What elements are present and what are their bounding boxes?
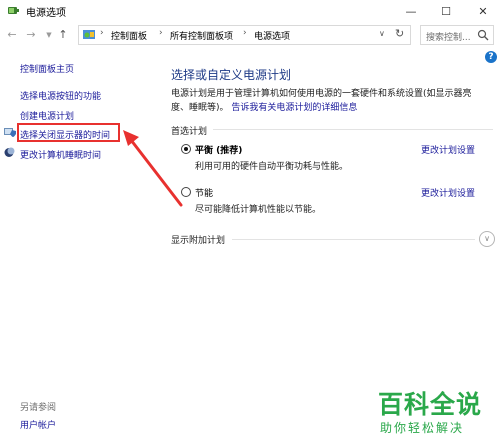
power-options-icon [8, 7, 19, 14]
sleep-moon-icon [4, 147, 15, 157]
power-plan-info-link[interactable]: 告诉我有关电源计划的详细信息 [231, 103, 357, 113]
title-bar: 电源选项 — ☐ ✕ [0, 0, 500, 22]
back-arrow-icon[interactable]: ← [5, 27, 19, 43]
navigation-bar: ← → ▼ ↑ › 控制面板 › 所有控制面板项 › 电源选项 ∨ ↻ 搜索控制… [0, 24, 500, 46]
address-bar[interactable]: › 控制面板 › 所有控制面板项 › 电源选项 ∨ ↻ [78, 25, 411, 45]
search-input[interactable]: 搜索控制... [420, 25, 494, 45]
breadcrumb-separator: › [243, 28, 247, 38]
refresh-icon[interactable]: ↻ [395, 27, 404, 40]
maximize-button[interactable]: ☐ [430, 0, 462, 22]
section-divider [232, 239, 475, 240]
control-panel-home-link[interactable]: 控制面板主页 [20, 62, 74, 75]
search-icon[interactable] [477, 29, 489, 41]
minimize-button[interactable]: — [395, 0, 427, 22]
search-placeholder: 搜索控制... [426, 33, 471, 43]
watermark-subtitle: 助你轻松解决 [380, 421, 465, 435]
preferred-plans-label: 首选计划 [171, 127, 208, 137]
description-text-2: 度、睡眠等)。 告诉我有关电源计划的详细信息 [171, 100, 357, 113]
breadcrumb-power-options[interactable]: 电源选项 [254, 29, 290, 42]
plan-power-saver-description: 尽可能降低计算机性能以节能。 [195, 205, 322, 215]
description-text-tail: 度、睡眠等)。 [171, 103, 229, 113]
plan-balanced-description: 利用可用的硬件自动平衡功耗与性能。 [195, 162, 349, 172]
change-plan-settings-balanced-link[interactable]: 更改计划设置 [421, 143, 475, 156]
page-title: 选择或自定义电源计划 [171, 68, 292, 82]
address-dropdown-icon[interactable]: ∨ [379, 29, 385, 38]
power-button-function-link[interactable]: 选择电源按钮的功能 [20, 89, 101, 102]
expand-chevron-icon[interactable]: ∨ [479, 231, 495, 247]
create-power-plan-link[interactable]: 创建电源计划 [20, 109, 74, 122]
forward-arrow-icon[interactable]: → [24, 27, 38, 43]
control-panel-icon [83, 30, 95, 39]
plan-balanced-name[interactable]: 平衡 (推荐) [195, 143, 242, 156]
see-also-label: 另请参阅 [20, 403, 57, 413]
annotation-highlight-box [17, 123, 120, 142]
plan-power-saver-name[interactable]: 节能 [195, 186, 213, 199]
plan-balanced-radio[interactable] [181, 144, 191, 154]
breadcrumb-all-items[interactable]: 所有控制面板项 [170, 29, 233, 42]
plan-power-saver-radio[interactable] [181, 187, 191, 197]
description-text: 电源计划是用于管理计算机如何使用电源的一套硬件和系统设置(如显示器亮 [171, 89, 472, 99]
change-sleep-time-link[interactable]: 更改计算机睡眠时间 [20, 148, 101, 161]
breadcrumb-control-panel[interactable]: 控制面板 [111, 29, 147, 42]
user-accounts-link[interactable]: 用户帐户 [20, 418, 56, 431]
breadcrumb-separator: › [159, 28, 163, 38]
close-button[interactable]: ✕ [467, 0, 499, 22]
help-icon[interactable]: ? [485, 51, 497, 63]
up-arrow-icon[interactable]: ↑ [56, 27, 70, 43]
chevron-down-icon[interactable]: ▼ [42, 27, 56, 43]
display-shield-icon [4, 128, 16, 137]
watermark-title: 百科全说 [378, 390, 483, 419]
change-plan-settings-saver-link[interactable]: 更改计划设置 [421, 186, 475, 199]
breadcrumb-separator: › [100, 28, 104, 38]
section-divider [213, 129, 493, 130]
show-additional-plans-label[interactable]: 显示附加计划 [171, 233, 225, 246]
window-title: 电源选项 [26, 8, 66, 19]
